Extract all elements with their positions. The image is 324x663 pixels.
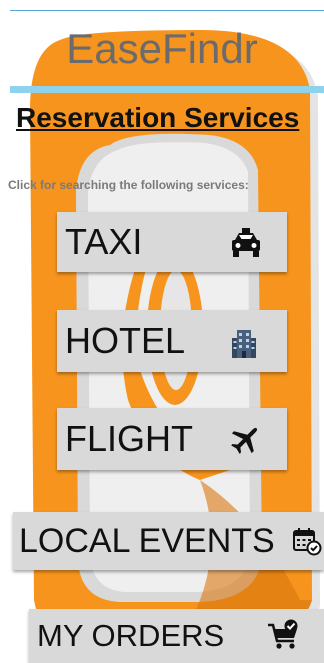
airplane-icon (229, 422, 263, 456)
taxi-icon (229, 226, 263, 260)
my-orders-button[interactable]: MY ORDERS (29, 609, 324, 663)
title-underline-bar (10, 86, 324, 93)
flight-button-label: FLIGHT (65, 418, 194, 459)
app-screen: EaseFindr Reservation Services Click for… (0, 0, 324, 663)
local-events-button[interactable]: LOCAL EVENTS (13, 512, 324, 570)
taxi-button[interactable]: TAXI (57, 212, 287, 272)
hotel-button[interactable]: HOTEL (57, 310, 287, 372)
hotel-icon (229, 328, 259, 358)
hotel-button-label: HOTEL (65, 320, 186, 361)
instruction-text: Click for searching the following servic… (8, 178, 249, 192)
local-events-button-label: LOCAL EVENTS (19, 521, 275, 560)
flight-button[interactable]: FLIGHT (57, 408, 287, 470)
section-title: Reservation Services (16, 102, 300, 133)
app-title: EaseFindr (66, 25, 258, 72)
cart-check-icon (266, 619, 302, 653)
taxi-button-label: TAXI (65, 221, 143, 262)
calendar-check-icon (292, 526, 322, 556)
my-orders-button-label: MY ORDERS (37, 618, 225, 653)
